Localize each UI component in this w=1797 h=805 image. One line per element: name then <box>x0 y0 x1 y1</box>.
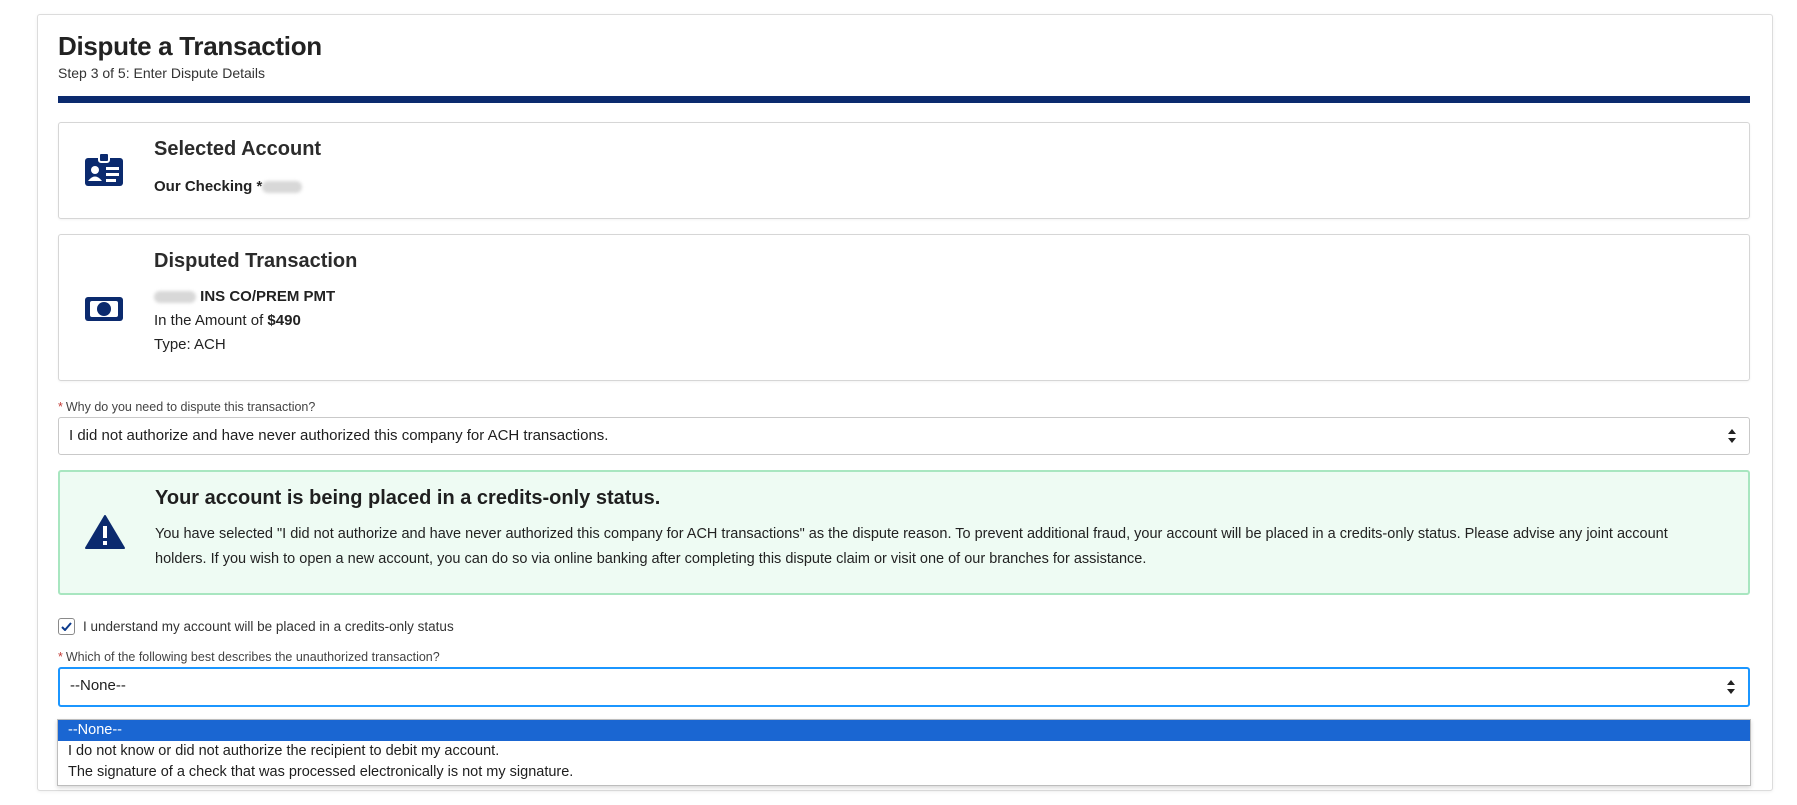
credits-only-alert: Your account is being placed in a credit… <box>58 470 1750 595</box>
option-signature-not-mine[interactable]: The signature of a check that was proces… <box>58 762 1750 783</box>
amount-prefix: In the Amount of <box>154 312 268 329</box>
required-marker: * <box>58 400 63 414</box>
transaction-description-value: --None-- <box>70 677 126 694</box>
merchant-row: INS CO/PREM PMT <box>154 285 1729 309</box>
acknowledge-row: I understand my account will be placed i… <box>58 618 1750 635</box>
select-arrows-icon <box>1728 429 1736 443</box>
alert-title: Your account is being placed in a credit… <box>155 487 661 509</box>
header-divider <box>58 96 1750 103</box>
reason-label-text: Why do you need to dispute this transact… <box>65 400 316 414</box>
reason-label: * Why do you need to dispute this transac… <box>58 399 1750 415</box>
id-card-icon <box>83 152 125 188</box>
step-indicator: Step 3 of 5: Enter Dispute Details <box>58 65 265 81</box>
amount-row: In the Amount of $490 <box>154 309 1729 333</box>
transaction-description-select[interactable]: --None-- <box>58 667 1750 707</box>
dispute-card: Dispute a Transaction Step 3 of 5: Enter… <box>37 14 1773 791</box>
transaction-type: Type: ACH <box>154 336 226 353</box>
disputed-transaction-box: Disputed Transaction INS CO/PREM PMT In … <box>58 234 1750 381</box>
warning-triangle-icon <box>84 514 126 555</box>
dispute-form: Dispute a Transaction Step 3 of 5: Enter… <box>58 31 1750 707</box>
acknowledge-checkbox[interactable] <box>58 618 75 635</box>
acknowledge-label: I understand my account will be placed i… <box>83 619 454 634</box>
required-marker: * <box>58 650 63 664</box>
selected-account-heading: Selected Account <box>154 138 322 160</box>
alert-message: You have selected "I did not authorize a… <box>155 526 1668 567</box>
description-label: * Which of the following best describes t… <box>58 649 1750 665</box>
account-name-row: Our Checking * <box>154 175 1729 199</box>
masked-account-number <box>262 181 303 194</box>
dispute-reason-select[interactable]: I did not authorize and have never autho… <box>58 417 1750 455</box>
dispute-reason-value: I did not authorize and have never autho… <box>69 427 609 444</box>
select-arrows-icon <box>1727 680 1735 694</box>
merchant-name: INS CO/PREM PMT <box>200 288 336 305</box>
money-bill-icon <box>83 291 125 327</box>
masked-merchant-prefix <box>154 291 196 304</box>
transaction-description-options: --None-- I do not know or did not author… <box>57 719 1751 786</box>
account-name: Our Checking * <box>154 178 263 195</box>
checkmark-icon <box>61 622 72 631</box>
page-title: Dispute a Transaction <box>58 31 322 61</box>
option-none[interactable]: --None-- <box>58 720 1750 741</box>
amount-value: $490 <box>267 312 301 329</box>
description-label-text: Which of the following best describes th… <box>65 650 440 664</box>
disputed-transaction-heading: Disputed Transaction <box>154 250 358 272</box>
selected-account-box: Selected Account Our Checking * <box>58 122 1750 219</box>
option-did-not-authorize-recipient[interactable]: I do not know or did not authorize the r… <box>58 741 1750 762</box>
